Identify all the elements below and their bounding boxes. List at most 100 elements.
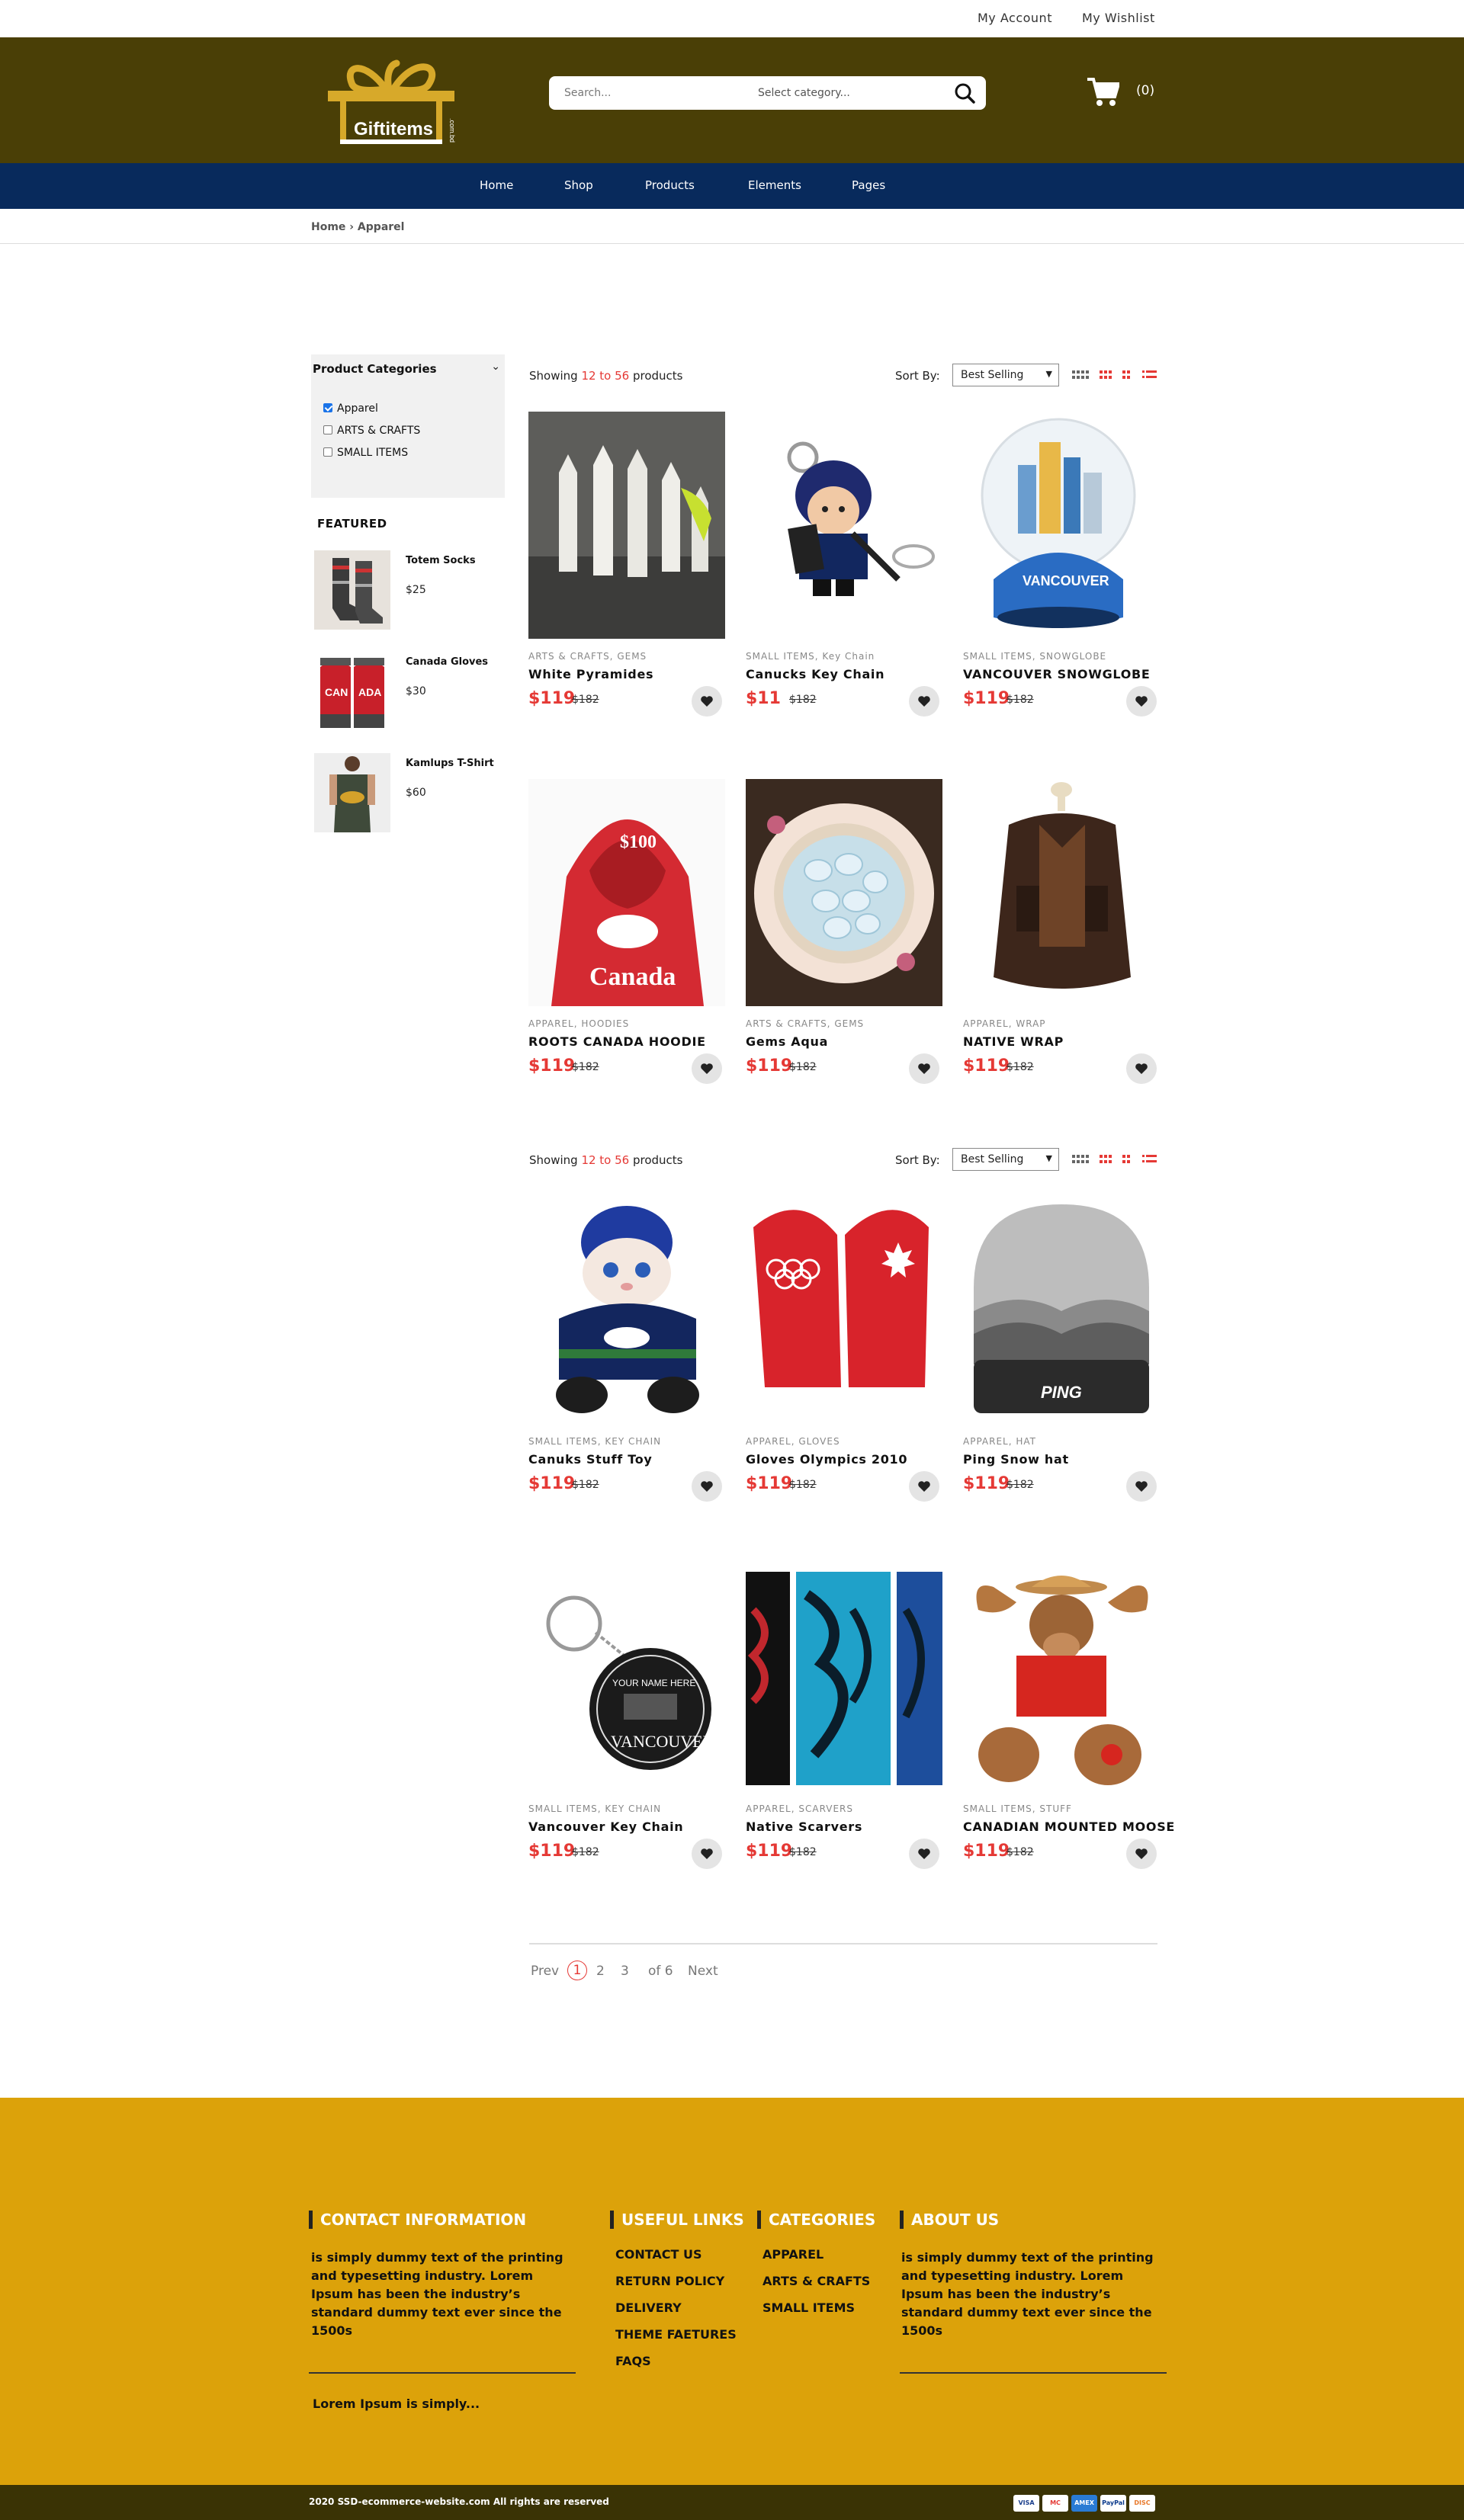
- footer-link-contact[interactable]: CONTACT US: [615, 2247, 702, 2262]
- product-image[interactable]: YOUR NAME HERE VANCOUVER: [528, 1564, 725, 1791]
- wishlist-heart-icon[interactable]: [909, 1471, 939, 1502]
- product-image[interactable]: [528, 412, 725, 639]
- featured-name[interactable]: Totem Socks: [406, 555, 476, 566]
- wishlist-heart-icon[interactable]: [909, 1053, 939, 1084]
- search-icon[interactable]: [954, 82, 975, 104]
- wishlist-heart-icon[interactable]: [909, 1839, 939, 1869]
- chevron-down-icon[interactable]: ⌄: [491, 361, 500, 373]
- wishlist-heart-icon[interactable]: [909, 686, 939, 717]
- category-small-items[interactable]: SMALL ITEMS: [323, 447, 408, 459]
- product-image[interactable]: CAN ADA: [314, 652, 390, 731]
- product-tags[interactable]: ARTS & CRAFTS, GEMS: [746, 1018, 864, 1029]
- nav-home[interactable]: Home: [480, 178, 513, 192]
- search-input[interactable]: Search...: [564, 87, 611, 99]
- product-name[interactable]: Gems Aqua: [746, 1034, 828, 1049]
- product-image[interactable]: [963, 1564, 1160, 1791]
- featured-name[interactable]: Kamlups T-Shirt: [406, 758, 494, 769]
- product-tags[interactable]: APPAREL, HOODIES: [528, 1018, 629, 1029]
- product-image[interactable]: [746, 412, 942, 639]
- product-image[interactable]: [746, 779, 942, 1006]
- product-card[interactable]: PING APPAREL, HAT Ping Snow hat $119 $18…: [963, 1197, 1160, 1517]
- checkbox-arts-crafts[interactable]: [323, 425, 332, 434]
- product-card[interactable]: APPAREL, WRAP NATIVE WRAP $119 $182: [963, 779, 1160, 1099]
- cart-count[interactable]: (0): [1136, 83, 1154, 98]
- product-name[interactable]: Native Scarvers: [746, 1819, 862, 1834]
- wishlist-heart-icon[interactable]: [1126, 686, 1157, 717]
- footer-category-apparel[interactable]: APPAREL: [762, 2247, 824, 2262]
- product-tags[interactable]: SMALL ITEMS, STUFF: [963, 1803, 1072, 1814]
- product-card[interactable]: SMALL ITEMS, Key Chain Canucks Key Chain…: [746, 412, 942, 732]
- product-card[interactable]: SMALL ITEMS, KEY CHAIN Canuks Stuff Toy …: [528, 1197, 725, 1517]
- product-image[interactable]: [528, 1197, 725, 1424]
- product-name[interactable]: Canuks Stuff Toy: [528, 1452, 653, 1467]
- pagination-page-3[interactable]: 3: [621, 1964, 629, 1979]
- checkbox-small-items[interactable]: [323, 447, 332, 457]
- category-arts-crafts[interactable]: ARTS & CRAFTS: [323, 425, 420, 437]
- featured-name[interactable]: Canada Gloves: [406, 656, 488, 668]
- featured-item[interactable]: Totem Socks $25: [314, 550, 505, 630]
- sort-select[interactable]: Best Selling ▼: [952, 1148, 1059, 1171]
- product-name[interactable]: Gloves Olympics 2010: [746, 1452, 907, 1467]
- wishlist-heart-icon[interactable]: [1126, 1471, 1157, 1502]
- featured-item[interactable]: Kamlups T-Shirt $60: [314, 753, 505, 832]
- product-image[interactable]: [746, 1564, 942, 1791]
- product-card[interactable]: VANCOUVER SMALL ITEMS, SNOWGLOBE VANCOUV…: [963, 412, 1160, 732]
- nav-pages[interactable]: Pages: [852, 178, 885, 192]
- product-image[interactable]: [746, 1197, 942, 1424]
- product-name[interactable]: ROOTS CANADA HOODIE: [528, 1034, 706, 1049]
- product-card[interactable]: $100 Canada APPAREL, HOODIES ROOTS CANADA…: [528, 779, 725, 1099]
- wishlist-heart-icon[interactable]: [692, 686, 722, 717]
- product-image[interactable]: [314, 550, 390, 630]
- product-card[interactable]: SMALL ITEMS, STUFF CANADIAN MOUNTED MOOS…: [963, 1564, 1174, 1884]
- wishlist-heart-icon[interactable]: [1126, 1053, 1157, 1084]
- product-tags[interactable]: APPAREL, WRAP: [963, 1018, 1046, 1029]
- featured-item[interactable]: CAN ADA Canada Gloves $30: [314, 652, 505, 731]
- sort-select[interactable]: Best Selling ▼: [952, 364, 1059, 386]
- product-tags[interactable]: APPAREL, SCARVERS: [746, 1803, 853, 1814]
- product-image[interactable]: VANCOUVER: [963, 412, 1160, 639]
- wishlist-heart-icon[interactable]: [692, 1839, 722, 1869]
- product-tags[interactable]: SMALL ITEMS, Key Chain: [746, 651, 875, 662]
- cart-icon[interactable]: [1087, 77, 1121, 107]
- pagination-prev[interactable]: Prev: [531, 1964, 559, 1979]
- site-logo[interactable]: Giftitems .com.bd: [320, 57, 462, 147]
- category-apparel[interactable]: Apparel: [323, 402, 378, 415]
- product-image[interactable]: $100 Canada: [528, 779, 725, 1006]
- product-image[interactable]: PING: [963, 1197, 1160, 1424]
- product-tags[interactable]: SMALL ITEMS, KEY CHAIN: [528, 1803, 661, 1814]
- breadcrumb[interactable]: Home › Apparel: [311, 221, 404, 233]
- product-name[interactable]: NATIVE WRAP: [963, 1034, 1064, 1049]
- product-card[interactable]: ARTS & CRAFTS, GEMS White Pyramides $119…: [528, 412, 725, 732]
- product-name[interactable]: Ping Snow hat: [963, 1452, 1069, 1467]
- product-tags[interactable]: APPAREL, GLOVES: [746, 1436, 840, 1447]
- nav-elements[interactable]: Elements: [748, 178, 801, 192]
- pagination-page-1[interactable]: 1: [567, 1961, 587, 1980]
- footer-category-small[interactable]: SMALL ITEMS: [762, 2300, 855, 2315]
- nav-shop[interactable]: Shop: [564, 178, 593, 192]
- product-tags[interactable]: APPAREL, HAT: [963, 1436, 1036, 1447]
- footer-link-delivery[interactable]: DELIVERY: [615, 2300, 682, 2315]
- wishlist-heart-icon[interactable]: [692, 1471, 722, 1502]
- pagination-page-2[interactable]: 2: [596, 1964, 605, 1979]
- category-select[interactable]: Select category...: [758, 87, 850, 99]
- footer-link-return[interactable]: RETURN POLICY: [615, 2274, 724, 2288]
- footer-link-theme[interactable]: THEME FAETURES: [615, 2327, 737, 2342]
- my-wishlist-link[interactable]: My Wishlist: [1082, 11, 1155, 25]
- product-card[interactable]: ARTS & CRAFTS, GEMS Gems Aqua $119 $182: [746, 779, 942, 1099]
- checkbox-apparel[interactable]: [323, 403, 332, 412]
- product-name[interactable]: Vancouver Key Chain: [528, 1819, 683, 1834]
- product-tags[interactable]: ARTS & CRAFTS, GEMS: [528, 651, 647, 662]
- product-name[interactable]: VANCOUVER SNOWGLOBE: [963, 667, 1151, 681]
- product-name[interactable]: CANADIAN MOUNTED MOOSE: [963, 1819, 1175, 1834]
- product-card[interactable]: APPAREL, SCARVERS Native Scarvers $119 $…: [746, 1564, 942, 1884]
- product-name[interactable]: Canucks Key Chain: [746, 667, 884, 681]
- footer-link-faqs[interactable]: FAQS: [615, 2354, 651, 2368]
- product-tags[interactable]: SMALL ITEMS, SNOWGLOBE: [963, 651, 1106, 662]
- footer-category-arts[interactable]: ARTS & CRAFTS: [762, 2274, 870, 2288]
- product-tags[interactable]: SMALL ITEMS, KEY CHAIN: [528, 1436, 661, 1447]
- product-card[interactable]: YOUR NAME HERE VANCOUVER SMALL ITEMS, KEY…: [528, 1564, 725, 1884]
- wishlist-heart-icon[interactable]: [692, 1053, 722, 1084]
- product-image[interactable]: [963, 779, 1160, 1006]
- pagination-next[interactable]: Next: [688, 1964, 718, 1979]
- product-card[interactable]: APPAREL, GLOVES Gloves Olympics 2010 $11…: [746, 1197, 942, 1517]
